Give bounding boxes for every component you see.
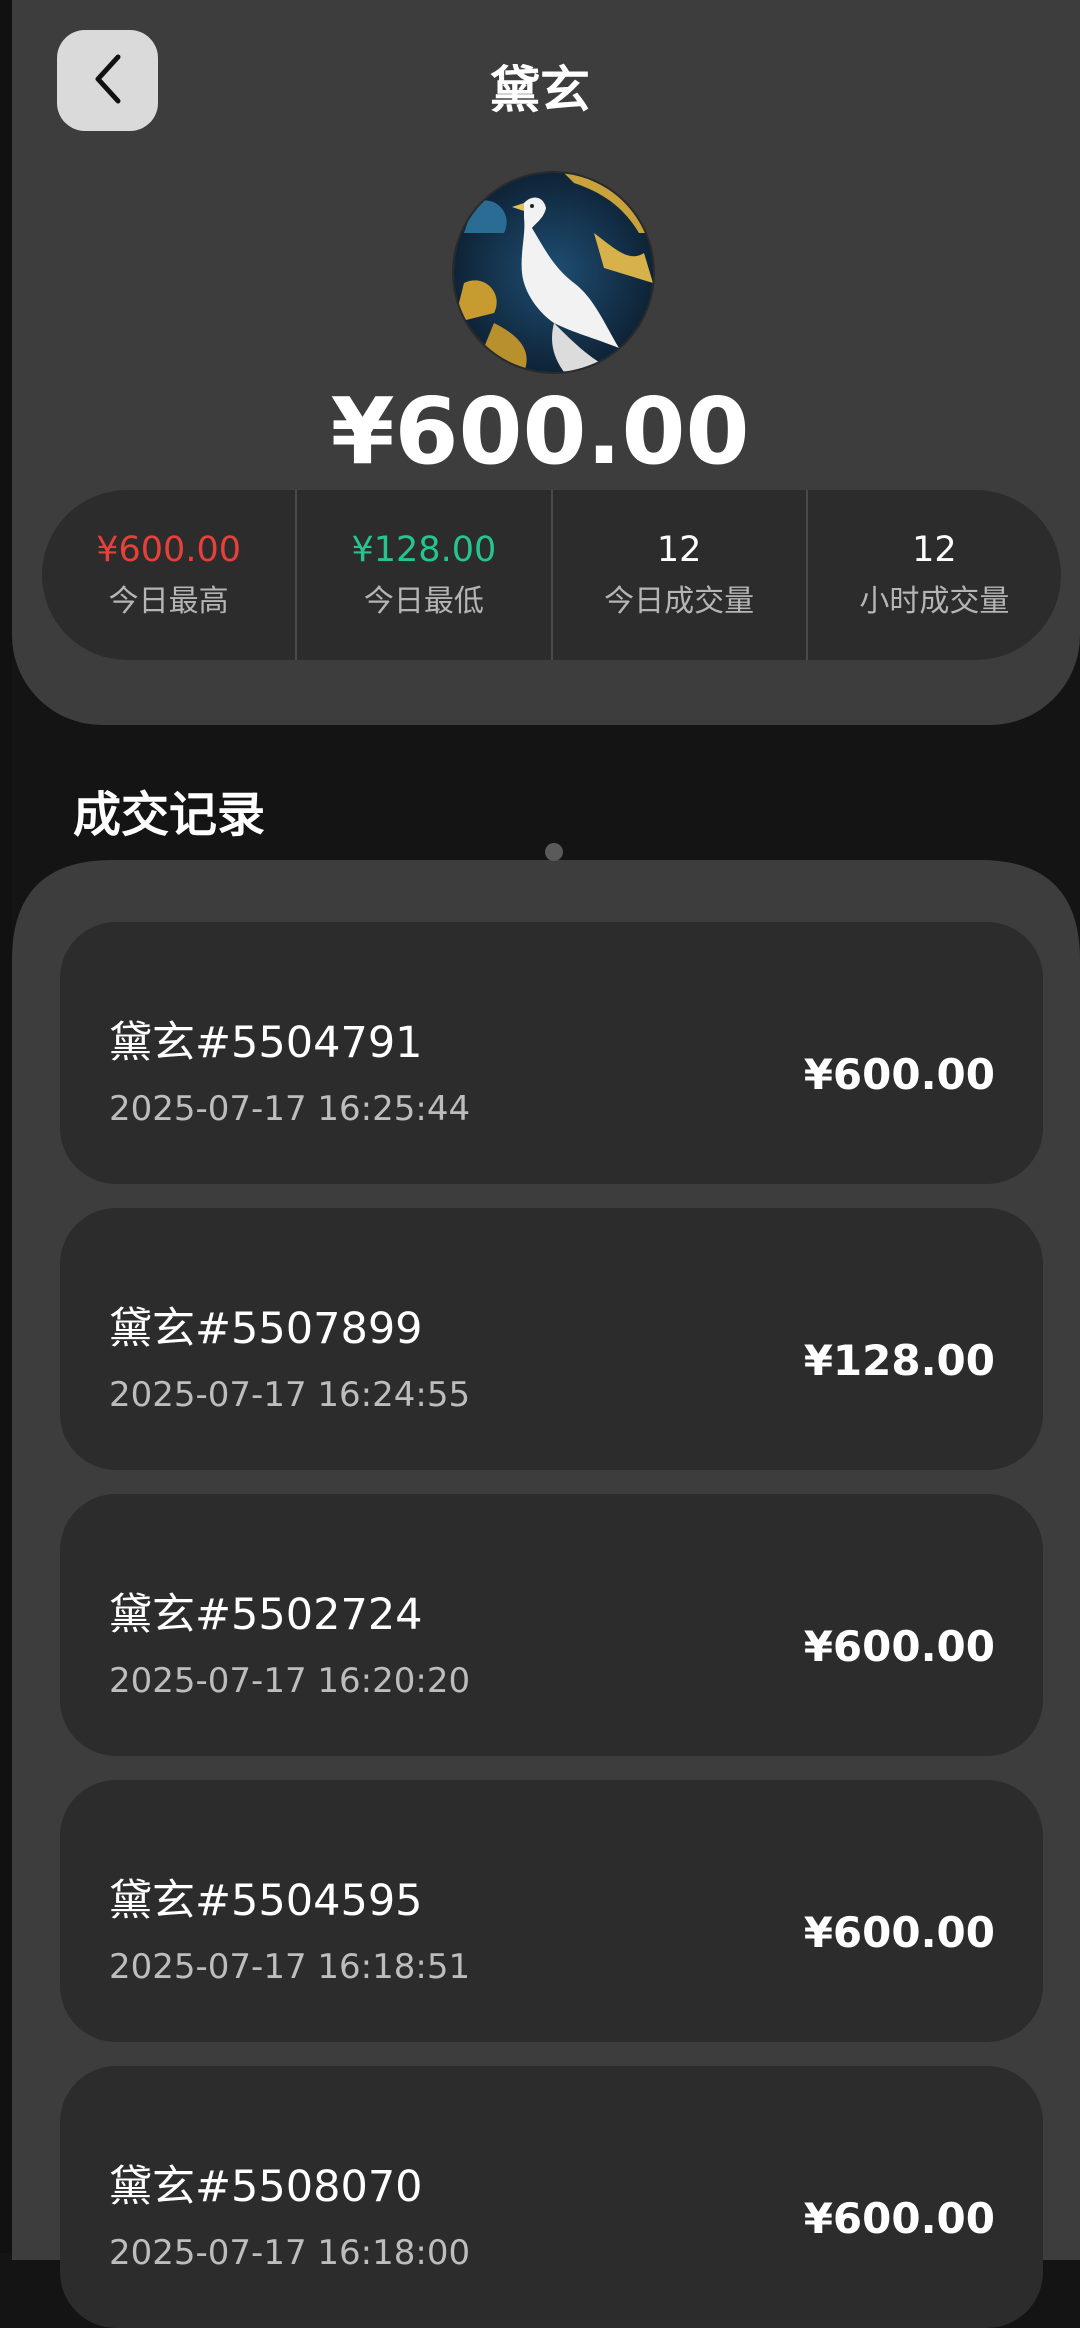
stat-hour-volume: 12 小时成交量 — [808, 490, 1061, 660]
record-name: 黛玄#5504791 — [109, 1018, 423, 1068]
stat-value: ¥128.00 — [351, 530, 497, 570]
stat-label: 今日成交量 — [604, 584, 755, 619]
record-name: 黛玄#5508070 — [109, 2162, 423, 2212]
page-title: 黛玄 — [490, 61, 590, 119]
stat-label: 小时成交量 — [859, 584, 1010, 619]
stat-today-high: ¥600.00 今日最高 — [42, 490, 298, 660]
stat-today-volume: 12 今日成交量 — [553, 490, 808, 660]
record-price: ¥128.00 — [803, 1336, 995, 1385]
left-edge — [0, 0, 12, 2253]
current-price: ¥600.00 — [330, 378, 750, 485]
stats-bar: ¥600.00 今日最高 ¥128.00 今日最低 12 今日成交量 12 小时… — [42, 490, 1061, 660]
item-avatar — [452, 171, 655, 374]
notch-dot — [545, 843, 563, 861]
record-row[interactable]: 黛玄#5504791 2025-07-17 16:25:44 ¥600.00 — [60, 922, 1043, 1184]
stat-label: 今日最高 — [108, 584, 229, 619]
record-row[interactable]: 黛玄#5504595 2025-07-17 16:18:51 ¥600.00 — [60, 1780, 1043, 2042]
record-price: ¥600.00 — [803, 1050, 995, 1099]
stat-value: 12 — [912, 530, 957, 570]
section-title: 成交记录 — [73, 787, 266, 843]
record-time: 2025-07-17 16:25:44 — [109, 1089, 471, 1129]
record-time: 2025-07-17 16:18:00 — [109, 2233, 471, 2273]
record-row[interactable]: 黛玄#5508070 2025-07-17 16:18:00 ¥600.00 — [60, 2066, 1043, 2328]
record-name: 黛玄#5504595 — [109, 1876, 423, 1926]
record-price: ¥600.00 — [803, 1908, 995, 1957]
stat-today-low: ¥128.00 今日最低 — [297, 490, 553, 660]
record-price: ¥600.00 — [803, 1622, 995, 1671]
record-row[interactable]: 黛玄#5502724 2025-07-17 16:20:20 ¥600.00 — [60, 1494, 1043, 1756]
record-time: 2025-07-17 16:24:55 — [109, 1375, 471, 1415]
stat-value: ¥600.00 — [96, 530, 241, 570]
record-price: ¥600.00 — [803, 2194, 995, 2243]
record-row[interactable]: 黛玄#5507899 2025-07-17 16:24:55 ¥128.00 — [60, 1208, 1043, 1470]
stat-label: 今日最低 — [363, 584, 484, 619]
record-time: 2025-07-17 16:18:51 — [109, 1947, 471, 1987]
record-name: 黛玄#5507899 — [109, 1304, 423, 1354]
record-name: 黛玄#5502724 — [109, 1590, 423, 1640]
stat-value: 12 — [656, 530, 702, 570]
record-time: 2025-07-17 16:20:20 — [109, 1661, 471, 1701]
